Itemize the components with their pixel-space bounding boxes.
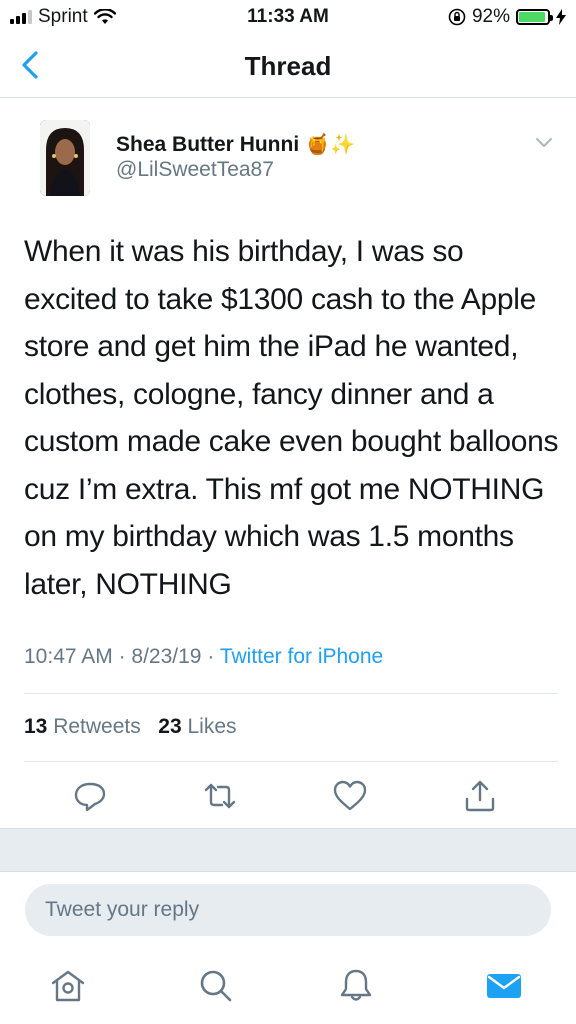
- page-title: Thread: [244, 51, 332, 81]
- reply-input[interactable]: Tweet your reply: [25, 884, 551, 936]
- tweet-source-link[interactable]: Twitter for iPhone: [220, 645, 383, 668]
- author-name-text: Shea Butter Hunni: [116, 132, 300, 156]
- meta-separator: ·: [207, 645, 215, 668]
- tweet-meta: 10:47 AM · 8/23/19 · Twitter for iPhone: [24, 645, 383, 669]
- battery-level: [519, 12, 545, 22]
- retweets-stat[interactable]: 13 Retweets: [24, 715, 141, 738]
- chevron-down-icon[interactable]: [534, 136, 554, 150]
- battery-icon: [516, 9, 553, 25]
- retweet-icon[interactable]: [202, 778, 238, 814]
- divider: [24, 761, 558, 762]
- status-bar: Sprint 11:33 AM 92%: [0, 0, 576, 34]
- section-separator: [0, 828, 576, 872]
- tweet-actions: [0, 778, 576, 828]
- rotation-lock-icon: [448, 8, 466, 26]
- nav-bar: Thread: [0, 34, 576, 98]
- notifications-bell-icon[interactable]: [336, 966, 376, 1006]
- likes-count: 23: [158, 715, 182, 738]
- avatar[interactable]: [40, 120, 90, 196]
- author-emoji: 🍯✨: [305, 134, 355, 156]
- author-name[interactable]: Shea Butter Hunni 🍯✨: [116, 132, 355, 157]
- tweet-stats: 13 Retweets 23 Likes: [24, 715, 237, 739]
- avatar-image: [40, 120, 90, 196]
- messages-envelope-icon[interactable]: [484, 966, 524, 1006]
- reply-icon[interactable]: [72, 778, 108, 814]
- share-icon[interactable]: [462, 778, 498, 814]
- like-icon[interactable]: [332, 778, 368, 814]
- author-handle[interactable]: @LilSweetTea87: [116, 158, 274, 182]
- charging-bolt-icon: [556, 9, 566, 25]
- home-icon[interactable]: [48, 966, 88, 1006]
- retweets-count: 13: [24, 715, 48, 738]
- tweet-text: When it was his birthday, I was so excit…: [24, 235, 559, 601]
- search-icon[interactable]: [196, 966, 236, 1006]
- status-right: 92%: [448, 6, 566, 28]
- likes-stat[interactable]: 23 Likes: [158, 715, 236, 738]
- tab-bar: [0, 952, 576, 1024]
- retweets-label: Retweets: [53, 715, 141, 738]
- tweet-time: 10:47 AM: [24, 645, 113, 668]
- meta-separator: ·: [118, 645, 126, 668]
- likes-label: Likes: [187, 715, 237, 738]
- divider: [24, 693, 558, 694]
- tweet-date: 8/23/19: [131, 645, 202, 668]
- battery-percent: 92%: [471, 6, 510, 27]
